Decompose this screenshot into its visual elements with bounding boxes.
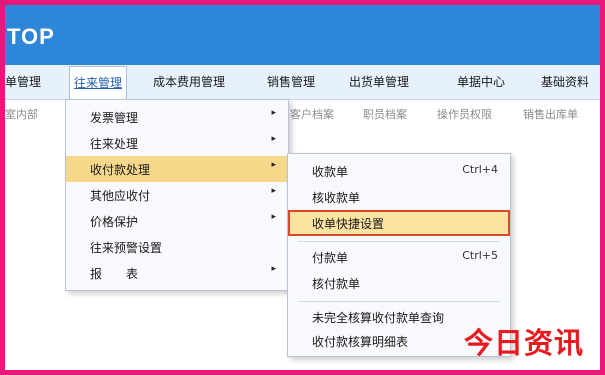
submenu-item-payment[interactable]: 付款单 Ctrl+5	[288, 244, 510, 270]
menu-item-label: 未完全核算收付款单查询	[312, 311, 445, 325]
menubar-item-account-management[interactable]: 往来管理	[69, 66, 128, 100]
submenu-arrow-icon: ▸	[271, 186, 276, 196]
menu-item-label: 往来预警设置	[90, 241, 163, 255]
shortcut-label: Ctrl+5	[462, 249, 498, 262]
menubar-item-shipment-management[interactable]: 出货单管理	[349, 65, 409, 99]
menu-item-invoice-management[interactable]: 发票管理 ▸	[66, 104, 288, 130]
menu-item-label: 其他应收付	[90, 189, 151, 203]
submenu-arrow-icon: ▸	[271, 212, 276, 222]
toolbar-item-sales-outbound[interactable]: 销售出库单	[523, 100, 578, 130]
menu-separator	[298, 241, 500, 242]
account-management-menu: 发票管理 ▸ 往来处理 ▸ 收付款处理 ▸ 其他应收付 ▸ 价格保护 ▸ 往来预…	[65, 99, 289, 291]
shortcut-label: Ctrl+4	[462, 163, 498, 176]
submenu-arrow-icon: ▸	[271, 134, 276, 144]
menubar-item-cost-management[interactable]: 成本费用管理	[153, 65, 225, 99]
menu-item-label: 往来处理	[90, 137, 139, 151]
submenu-arrow-icon: ▸	[271, 108, 276, 118]
menubar-item-document-center[interactable]: 单据中心	[457, 65, 505, 99]
menu-item-label: 收付款核算明细表	[312, 335, 409, 349]
menu-separator	[298, 301, 500, 302]
toolbar-item-customer-file[interactable]: 客户档案	[290, 100, 334, 130]
submenu-item-receipt[interactable]: 收款单 Ctrl+4	[288, 158, 510, 184]
screenshot-frame: TOP 单管理 往来管理 成本费用管理 销售管理 出货单管理 单据中心 基础资料…	[0, 0, 605, 375]
app-title: TOP	[7, 24, 55, 49]
menu-item-other-receivables[interactable]: 其他应收付 ▸	[66, 182, 288, 208]
menu-item-payment-processing[interactable]: 收付款处理 ▸	[66, 156, 288, 182]
menu-bar: 单管理 往来管理 成本费用管理 销售管理 出货单管理 单据中心 基础资料	[5, 65, 600, 100]
menu-item-label: 收付款处理	[90, 163, 151, 177]
menu-item-label: 收款单	[312, 165, 349, 179]
menu-item-label: 核收款单	[312, 191, 361, 205]
menu-item-label: 付款单	[312, 251, 349, 265]
title-bar: TOP	[5, 5, 600, 65]
toolbar-item-staff-file[interactable]: 职员档案	[363, 100, 407, 130]
menubar-item-basic-data[interactable]: 基础资料	[541, 65, 589, 99]
watermark-logo: 今日资讯	[463, 326, 584, 360]
submenu-item-receipt-quick-settings[interactable]: 收单快捷设置	[288, 210, 510, 236]
submenu-item-verify-payment[interactable]: 核付款单	[288, 270, 510, 296]
menu-item-label: 发票管理	[90, 111, 139, 125]
menu-item-label: 收单快捷设置	[312, 217, 385, 231]
menu-item-reports[interactable]: 报 表 ▸	[66, 260, 288, 286]
menu-item-alert-settings[interactable]: 往来预警设置	[66, 234, 288, 260]
menubar-item-order-management[interactable]: 单管理	[5, 65, 41, 99]
menu-item-label: 报 表	[90, 267, 139, 281]
submenu-item-verify-receipt[interactable]: 核收款单	[288, 184, 510, 210]
submenu-arrow-icon: ▸	[271, 264, 276, 274]
menu-item-label: 价格保护	[90, 215, 139, 229]
menu-item-label: 核付款单	[312, 277, 361, 291]
menu-item-account-processing[interactable]: 往来处理 ▸	[66, 130, 288, 156]
submenu-arrow-icon: ▸	[271, 160, 276, 170]
toolbar-item-operator-permission[interactable]: 操作员权限	[437, 100, 492, 130]
menubar-item-sales-management[interactable]: 销售管理	[267, 65, 315, 99]
toolbar-item-room[interactable]: 室内部	[5, 100, 38, 130]
menu-item-price-protection[interactable]: 价格保护 ▸	[66, 208, 288, 234]
